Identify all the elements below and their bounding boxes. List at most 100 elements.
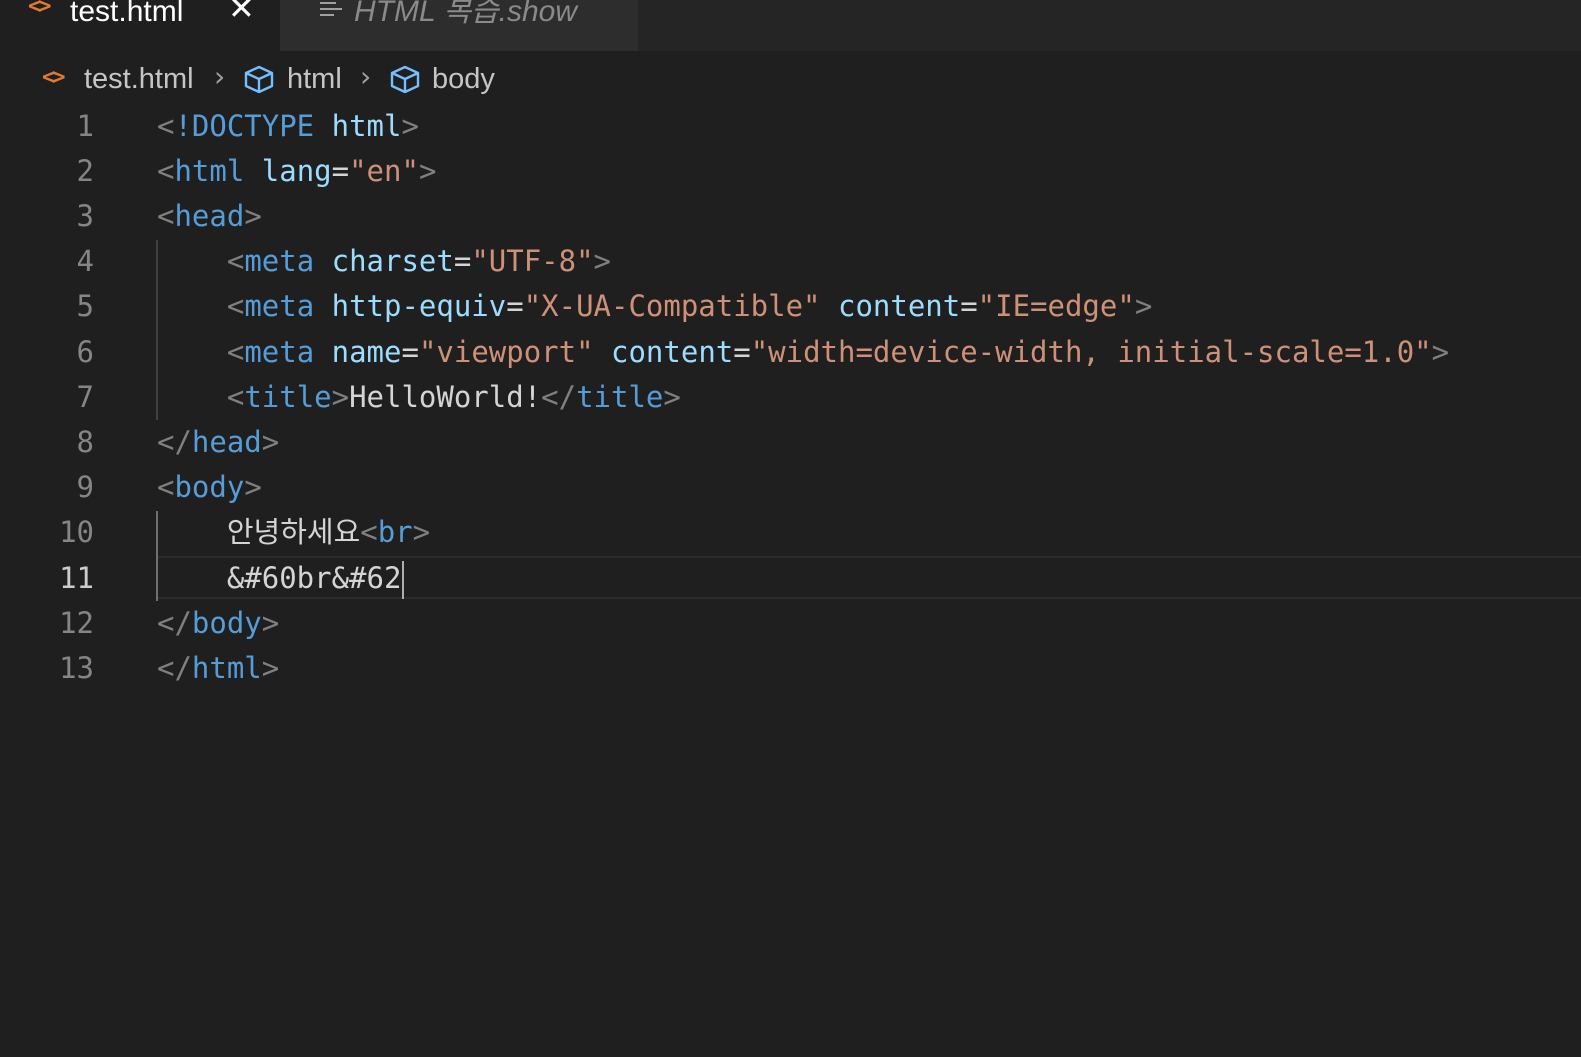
tag-bracket: > <box>412 515 431 549</box>
code-line[interactable]: 안녕하세요<br> <box>157 510 430 555</box>
tag-name: html <box>174 154 245 188</box>
code-line[interactable]: </body> <box>157 601 279 646</box>
tag-bracket: </ <box>157 651 192 685</box>
attribute-value: "X-UA-Compatible" <box>523 289 821 323</box>
attribute-value: "IE=edge" <box>977 289 1135 323</box>
line-number: 6 <box>76 335 94 369</box>
html-file-icon: <> <box>28 0 51 19</box>
tag-bracket: < <box>226 244 245 278</box>
equals-sign: = <box>733 335 751 369</box>
attribute-name: content <box>837 289 961 323</box>
tag-bracket: > <box>663 380 681 414</box>
tab-test-html[interactable]: <> test.html ✕ <box>0 0 280 51</box>
equals-sign: = <box>453 244 472 278</box>
equals-sign: = <box>401 335 419 369</box>
tag-bracket: > <box>244 470 262 504</box>
text-cursor <box>402 561 405 599</box>
tag-bracket: < <box>157 470 175 504</box>
tag-bracket: > <box>1134 289 1153 323</box>
tab-label: test.html <box>70 0 184 28</box>
code-line[interactable]: </html> <box>157 646 279 691</box>
code-line-current[interactable]: &#60br&#62 <box>157 556 405 601</box>
close-icon[interactable]: ✕ <box>228 0 255 28</box>
code-line[interactable]: <body> <box>157 465 262 510</box>
code-line[interactable]: <meta charset="UTF-8"> <box>157 239 611 284</box>
tab-label: HTML 복습.show <box>354 0 578 28</box>
tag-bracket: > <box>331 380 350 414</box>
tag-bracket: > <box>401 109 419 143</box>
code-line[interactable]: </head> <box>157 420 279 465</box>
equals-sign: = <box>506 289 524 323</box>
text-content: 안녕하세요 <box>226 515 361 549</box>
tag-bracket: < <box>157 154 175 188</box>
tag-name: head <box>174 199 245 233</box>
text-content: &#60br&#62 <box>226 561 402 595</box>
tag-bracket: </ <box>157 606 192 640</box>
tag-name: meta <box>244 335 315 369</box>
breadcrumb: <> test.html › html › body <box>0 57 1581 103</box>
symbol-element-icon <box>390 65 420 94</box>
text-content: HelloWorld! <box>349 380 542 414</box>
code-line[interactable]: <meta name="viewport" content="width=dev… <box>157 330 1449 375</box>
tag-bracket: </ <box>157 425 192 459</box>
tab-html-review-show[interactable]: HTML 복습.show <box>280 0 638 51</box>
preview-icon <box>320 2 342 22</box>
equals-sign: = <box>331 154 350 188</box>
attribute-name: content <box>611 335 734 369</box>
tag-bracket: > <box>261 606 280 640</box>
line-number: 12 <box>59 606 94 640</box>
line-number: 10 <box>59 515 94 549</box>
chevron-right-icon: › <box>214 60 226 93</box>
breadcrumb-file[interactable]: test.html <box>84 61 194 97</box>
line-number: 7 <box>76 380 94 414</box>
line-number: 3 <box>76 199 94 233</box>
attribute-value: "en" <box>349 154 419 188</box>
tag-name: html <box>191 651 262 685</box>
code-line[interactable]: <!DOCTYPE html> <box>157 104 419 149</box>
code-line[interactable]: <meta http-equiv="X-UA-Compatible" conte… <box>157 284 1152 329</box>
tag-bracket: < <box>226 289 245 323</box>
tag-name: body <box>191 606 262 640</box>
symbol-element-icon <box>244 65 274 94</box>
tag-bracket: < <box>157 199 175 233</box>
code-line[interactable]: <title>HelloWorld!</title> <box>157 375 681 420</box>
tag-bracket: > <box>244 199 262 233</box>
attribute-name: lang <box>261 154 332 188</box>
chevron-right-icon: › <box>360 60 372 93</box>
tag-name: head <box>191 425 262 459</box>
breadcrumb-body[interactable]: body <box>432 61 495 97</box>
attribute-value: "UTF-8" <box>471 244 594 278</box>
code-line[interactable]: <head> <box>157 194 262 239</box>
breadcrumb-html[interactable]: html <box>287 61 342 97</box>
line-number: 1 <box>76 109 94 143</box>
code-line[interactable]: <html lang="en"> <box>157 149 436 194</box>
tag-name: title <box>576 380 664 414</box>
tag-bracket: > <box>261 651 280 685</box>
attribute-value: "width=device-width, initial-scale=1.0" <box>750 335 1432 369</box>
tag-bracket: > <box>261 425 280 459</box>
line-number: 2 <box>76 154 94 188</box>
doctype-keyword: !DOCTYPE <box>174 109 315 143</box>
tag-name: meta <box>244 244 315 278</box>
line-number: 4 <box>76 244 94 278</box>
line-number-current: 11 <box>59 561 94 595</box>
tag-bracket: < <box>157 109 175 143</box>
line-number: 5 <box>76 289 94 323</box>
tag-bracket: < <box>360 515 378 549</box>
tag-name: body <box>174 470 245 504</box>
equals-sign: = <box>960 289 978 323</box>
tag-bracket: < <box>226 380 245 414</box>
tag-bracket: > <box>593 244 611 278</box>
tag-name: title <box>244 380 332 414</box>
attribute-name: charset <box>331 244 454 278</box>
